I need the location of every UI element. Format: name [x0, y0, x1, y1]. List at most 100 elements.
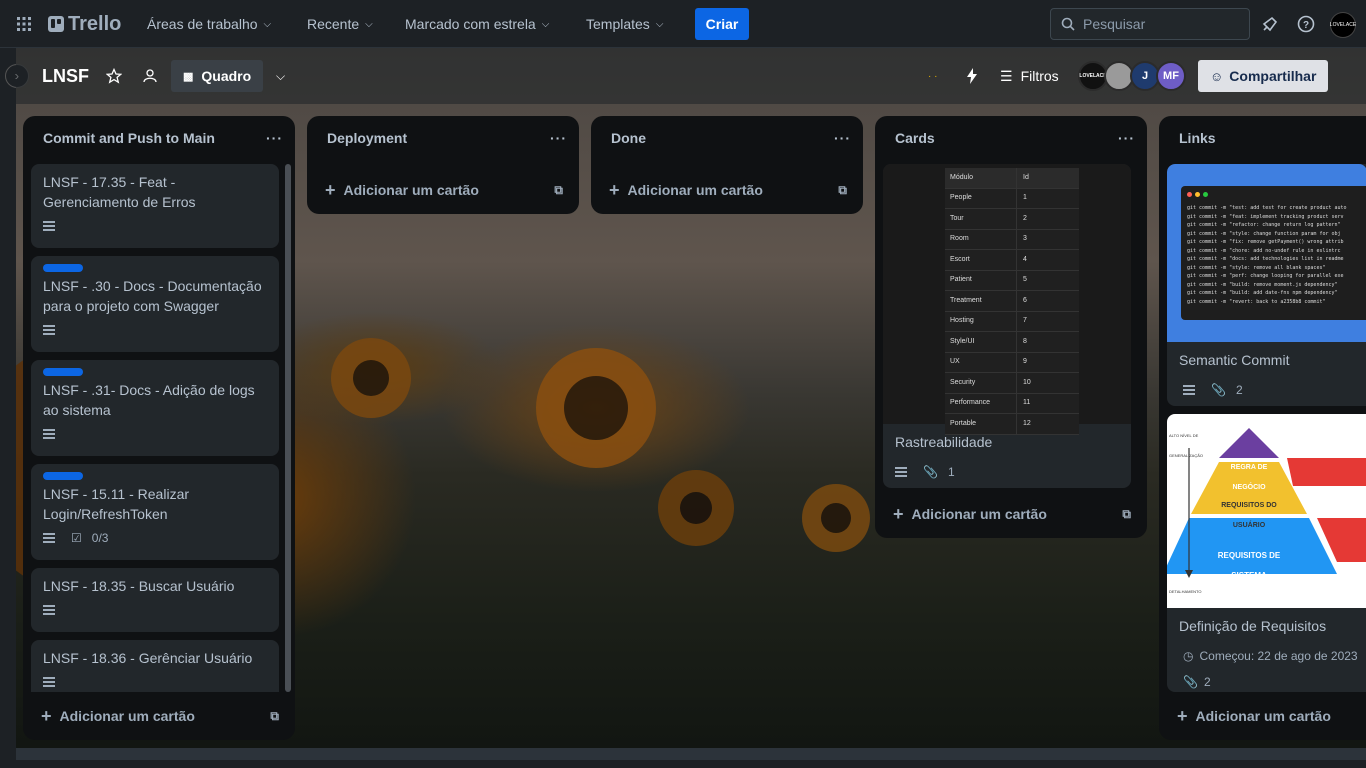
- nav-recent[interactable]: Recente ⌵: [307, 0, 373, 48]
- card-template-icon[interactable]: ⧉: [554, 183, 563, 198]
- add-card-label: Adicionar um cartão: [1195, 708, 1331, 724]
- list-title[interactable]: Deployment: [327, 130, 407, 146]
- add-card-button[interactable]: + Adicionar um cartão ⧉: [883, 496, 1139, 532]
- card-cover-image: git commit -m "test: add test for create…: [1167, 164, 1366, 342]
- notifications-icon[interactable]: [1258, 12, 1282, 36]
- workspace-visibility-icon[interactable]: [142, 48, 158, 104]
- power-ups-icon[interactable]: · ·: [928, 48, 937, 104]
- nav-starred[interactable]: Marcado com estrela ⌵: [405, 0, 549, 48]
- list-menu-icon[interactable]: ···: [550, 130, 567, 146]
- card-label[interactable]: [43, 472, 83, 480]
- code-line: git commit -m "revert: back to a2358b8 c…: [1187, 298, 1326, 305]
- card[interactable]: LNSF - 18.36 - Gerênciar Usuário: [31, 640, 279, 692]
- card[interactable]: LNSF - .30 - Docs - Documentação para o …: [31, 256, 279, 352]
- add-card-button[interactable]: + Adicionar um cartão: [1167, 698, 1358, 734]
- filters-button[interactable]: ☰ Filtros: [1000, 48, 1059, 104]
- start-date: Começou: 22 de ago de 2023: [1199, 649, 1358, 663]
- app-switcher-icon[interactable]: [12, 0, 36, 48]
- member-avatar-mf[interactable]: MF: [1156, 61, 1186, 91]
- card-cover-image: REGRA DE NEGÓCIO REQUISITOS DO USUÁRIO R…: [1167, 414, 1366, 608]
- list-title[interactable]: Links: [1179, 130, 1216, 146]
- chevron-down-icon[interactable]: ⌵: [276, 48, 285, 104]
- cover-table-cell: Id: [1023, 173, 1029, 181]
- share-button[interactable]: ☺ Compartilhar: [1198, 60, 1329, 92]
- nav-recent-label: Recente: [307, 16, 360, 32]
- cover-table: Módulo Id People 1 Tour 2 Room 3 Escort 4 Patient 5…: [945, 168, 1079, 435]
- attachment-icon: 📎: [1211, 383, 1226, 397]
- card[interactable]: LNSF - .31- Docs - Adição de logs ao sis…: [31, 360, 279, 456]
- cover-table-row: Treatment 6: [945, 291, 1079, 312]
- add-person-icon: ☺: [1210, 68, 1224, 84]
- help-icon[interactable]: ?: [1294, 12, 1318, 36]
- list-menu-icon[interactable]: ···: [266, 130, 283, 146]
- list-title[interactable]: Cards: [895, 130, 935, 146]
- cover-table-cell: 5: [1023, 276, 1027, 284]
- account-avatar-text: LOVELACE: [1329, 22, 1357, 28]
- card-template-icon[interactable]: ⧉: [838, 183, 847, 198]
- code-line: git commit -m "perf: change looping for …: [1187, 273, 1344, 279]
- nav-workspaces[interactable]: Áreas de trabalho ⌵: [147, 0, 271, 48]
- trello-logo[interactable]: Trello: [48, 0, 121, 48]
- cover-table-cell: 11: [1023, 399, 1031, 407]
- cover-table-cell: 3: [1023, 235, 1027, 243]
- card[interactable]: LNSF - 15.11 - Realizar Login/RefreshTok…: [31, 464, 279, 560]
- trello-logo-icon: [48, 16, 64, 32]
- card-title: LNSF - 18.36 - Gerênciar Usuário: [43, 650, 253, 666]
- star-icon[interactable]: [106, 48, 122, 104]
- list-cards: Cards ··· Módulo Id People 1 Tour 2 Room 3 Escor…: [875, 116, 1147, 538]
- add-card-label: Adicionar um cartão: [59, 708, 195, 724]
- code-line: git commit -m "fix: remove getPayment() …: [1187, 239, 1344, 245]
- card-template-icon[interactable]: ⧉: [270, 709, 279, 724]
- pyramid-axis-bottom: DETALHAMENTO ESPECÍFICO: [1169, 589, 1202, 594]
- board-horizontal-scrollbar[interactable]: [16, 748, 1366, 760]
- list-deployment: Deployment ··· + Adicionar um cartão ⧉: [307, 116, 579, 214]
- card[interactable]: LNSF - 18.35 - Buscar Usuário: [31, 568, 279, 632]
- automation-icon[interactable]: [966, 48, 978, 104]
- view-switcher-board[interactable]: ▩ Quadro: [171, 60, 264, 92]
- list-scrollbar[interactable]: [285, 164, 291, 692]
- description-icon: [43, 221, 55, 231]
- cover-table-cell: Security: [945, 373, 1017, 393]
- board-title[interactable]: LNSF: [42, 48, 89, 104]
- card-title: LNSF - 17.35 - Feat - Gerenciamento de E…: [43, 174, 196, 210]
- attachment-count: 1: [947, 465, 955, 479]
- description-icon: [43, 429, 55, 439]
- cover-table-cell: 12: [1023, 419, 1031, 427]
- checklist-icon: ☑: [71, 531, 82, 545]
- add-card-button[interactable]: + Adicionar um cartão ⧉: [599, 172, 855, 208]
- list-menu-icon[interactable]: ···: [1118, 130, 1135, 146]
- code-window: git commit -m "test: add test for create…: [1181, 186, 1366, 320]
- card-rastreabilidade[interactable]: Módulo Id People 1 Tour 2 Room 3 Escort 4 Patient 5…: [883, 164, 1131, 488]
- plus-icon: +: [325, 179, 336, 200]
- card-label[interactable]: [43, 368, 83, 376]
- top-navigation-bar: Trello Áreas de trabalho ⌵ Recente ⌵ Mar…: [0, 0, 1366, 48]
- filters-label: Filtros: [1020, 68, 1059, 84]
- search-input[interactable]: Pesquisar: [1050, 8, 1250, 40]
- plus-icon: +: [609, 179, 620, 200]
- card-label[interactable]: [43, 264, 83, 272]
- cover-table-cell: UX: [945, 352, 1017, 372]
- card-semantic-commit[interactable]: git commit -m "test: add test for create…: [1167, 164, 1366, 406]
- account-avatar[interactable]: LOVELACE: [1330, 12, 1356, 38]
- card-title: LNSF - 15.11 - Realizar Login/RefreshTok…: [43, 486, 190, 522]
- checklist-count: 0/3: [91, 531, 109, 545]
- nav-starred-label: Marcado com estrela: [405, 16, 536, 32]
- create-button[interactable]: Criar: [695, 8, 749, 40]
- card[interactable]: LNSF - 17.35 - Feat - Gerenciamento de E…: [31, 164, 279, 248]
- attachment-count: 2: [1235, 383, 1243, 397]
- list-title[interactable]: Done: [611, 130, 646, 146]
- card-definicao-requisitos[interactable]: REGRA DE NEGÓCIO REQUISITOS DO USUÁRIO R…: [1167, 414, 1366, 692]
- cover-table-cell: 1: [1023, 194, 1027, 202]
- add-card-button[interactable]: + Adicionar um cartão ⧉: [315, 172, 571, 208]
- list-title[interactable]: Commit and Push to Main: [43, 130, 215, 146]
- cover-table-cell: 2: [1023, 214, 1027, 222]
- add-card-button[interactable]: + Adicionar um cartão ⧉: [31, 698, 287, 734]
- list-menu-icon[interactable]: ···: [834, 130, 851, 146]
- card-template-icon[interactable]: ⧉: [1122, 507, 1131, 522]
- code-line: git commit -m "feat: implement tracking …: [1187, 213, 1344, 220]
- card-title: LNSF - .31- Docs - Adição de logs ao sis…: [43, 382, 255, 418]
- attachment-icon: 📎: [923, 465, 938, 479]
- nav-templates[interactable]: Templates ⌵: [586, 0, 663, 48]
- pyramid-axis-top: ALTO NÍVEL DE GENERALIZAÇÃO: [1169, 433, 1204, 458]
- filter-icon: ☰: [1000, 67, 1013, 84]
